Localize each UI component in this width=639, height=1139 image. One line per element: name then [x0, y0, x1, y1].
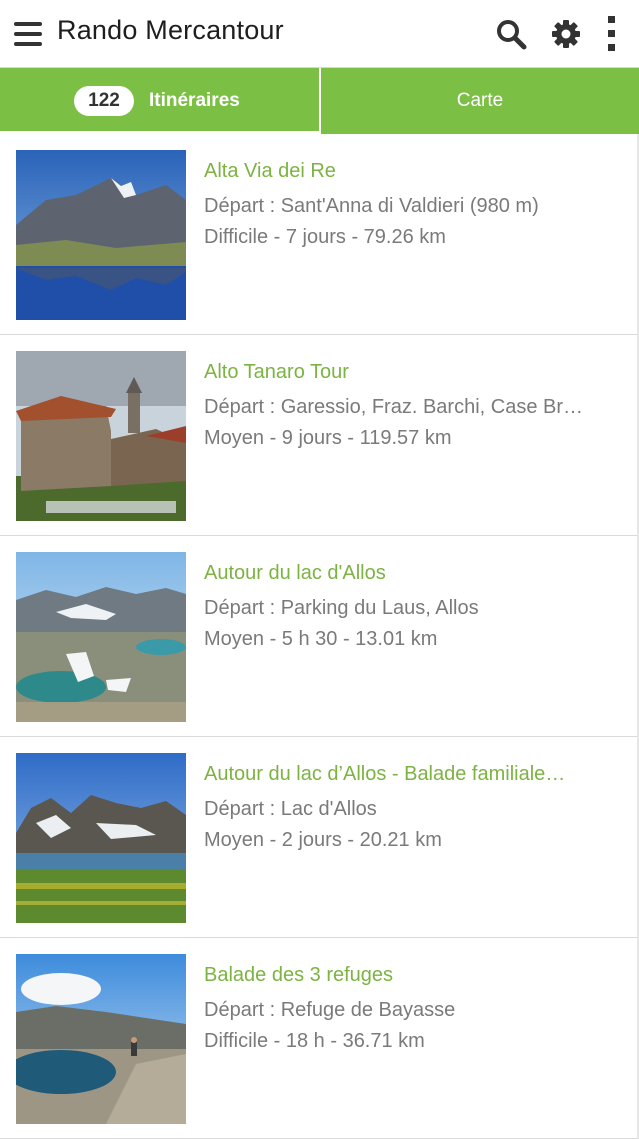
- itinerary-count-badge: 122: [74, 86, 134, 116]
- route-thumbnail: [16, 552, 186, 722]
- itinerary-list: Alta Via dei Re Départ : Sant'Anna di Va…: [0, 134, 639, 1139]
- route-title: Alta Via dei Re: [204, 160, 336, 182]
- list-item[interactable]: Autour du lac d'Allos Départ : Parking d…: [0, 536, 637, 737]
- route-departure: Départ : Parking du Laus, Allos: [204, 597, 479, 619]
- tab-map-label: Carte: [456, 90, 504, 111]
- list-item[interactable]: Alta Via dei Re Départ : Sant'Anna di Va…: [0, 134, 637, 335]
- route-thumbnail: [16, 753, 186, 923]
- route-details: Moyen - 5 h 30 - 13.01 km: [204, 628, 438, 650]
- route-details: Difficile - 18 h - 36.71 km: [204, 1030, 425, 1052]
- tab-itineraries[interactable]: 122 Itinéraires: [0, 68, 319, 134]
- route-departure: Départ : Garessio, Fraz. Barchi, Case Br…: [204, 396, 584, 418]
- list-item[interactable]: Balade des 3 refuges Départ : Refuge de …: [0, 938, 637, 1139]
- menu-icon[interactable]: [14, 22, 42, 46]
- route-title: Autour du lac d'Allos: [204, 562, 386, 584]
- route-thumbnail: [16, 150, 186, 320]
- route-title: Alto Tanaro Tour: [204, 361, 349, 383]
- gear-icon[interactable]: [548, 16, 584, 52]
- route-details: Moyen - 9 jours - 119.57 km: [204, 427, 452, 449]
- tab-bar: 122 Itinéraires Carte: [0, 68, 639, 134]
- overflow-menu-icon[interactable]: [596, 16, 632, 52]
- tab-map[interactable]: Carte: [321, 68, 639, 134]
- route-thumbnail: [16, 954, 186, 1124]
- route-title: Autour du lac d’Allos - Balade familiale…: [204, 763, 566, 785]
- tab-itineraries-label: Itinéraires: [149, 90, 240, 111]
- search-icon[interactable]: [493, 16, 529, 52]
- list-item[interactable]: Alto Tanaro Tour Départ : Garessio, Fraz…: [0, 335, 637, 536]
- app-title: Rando Mercantour: [57, 15, 284, 45]
- route-departure: Départ : Sant'Anna di Valdieri (980 m): [204, 195, 539, 217]
- route-departure: Départ : Refuge de Bayasse: [204, 999, 456, 1021]
- app-bar: Rando Mercantour: [0, 0, 639, 68]
- route-details: Difficile - 7 jours - 79.26 km: [204, 226, 446, 248]
- route-departure: Départ : Lac d'Allos: [204, 798, 377, 820]
- list-item[interactable]: Autour du lac d’Allos - Balade familiale…: [0, 737, 637, 938]
- route-title: Balade des 3 refuges: [204, 964, 394, 986]
- route-thumbnail: [16, 351, 186, 521]
- route-details: Moyen - 2 jours - 20.21 km: [204, 829, 442, 851]
